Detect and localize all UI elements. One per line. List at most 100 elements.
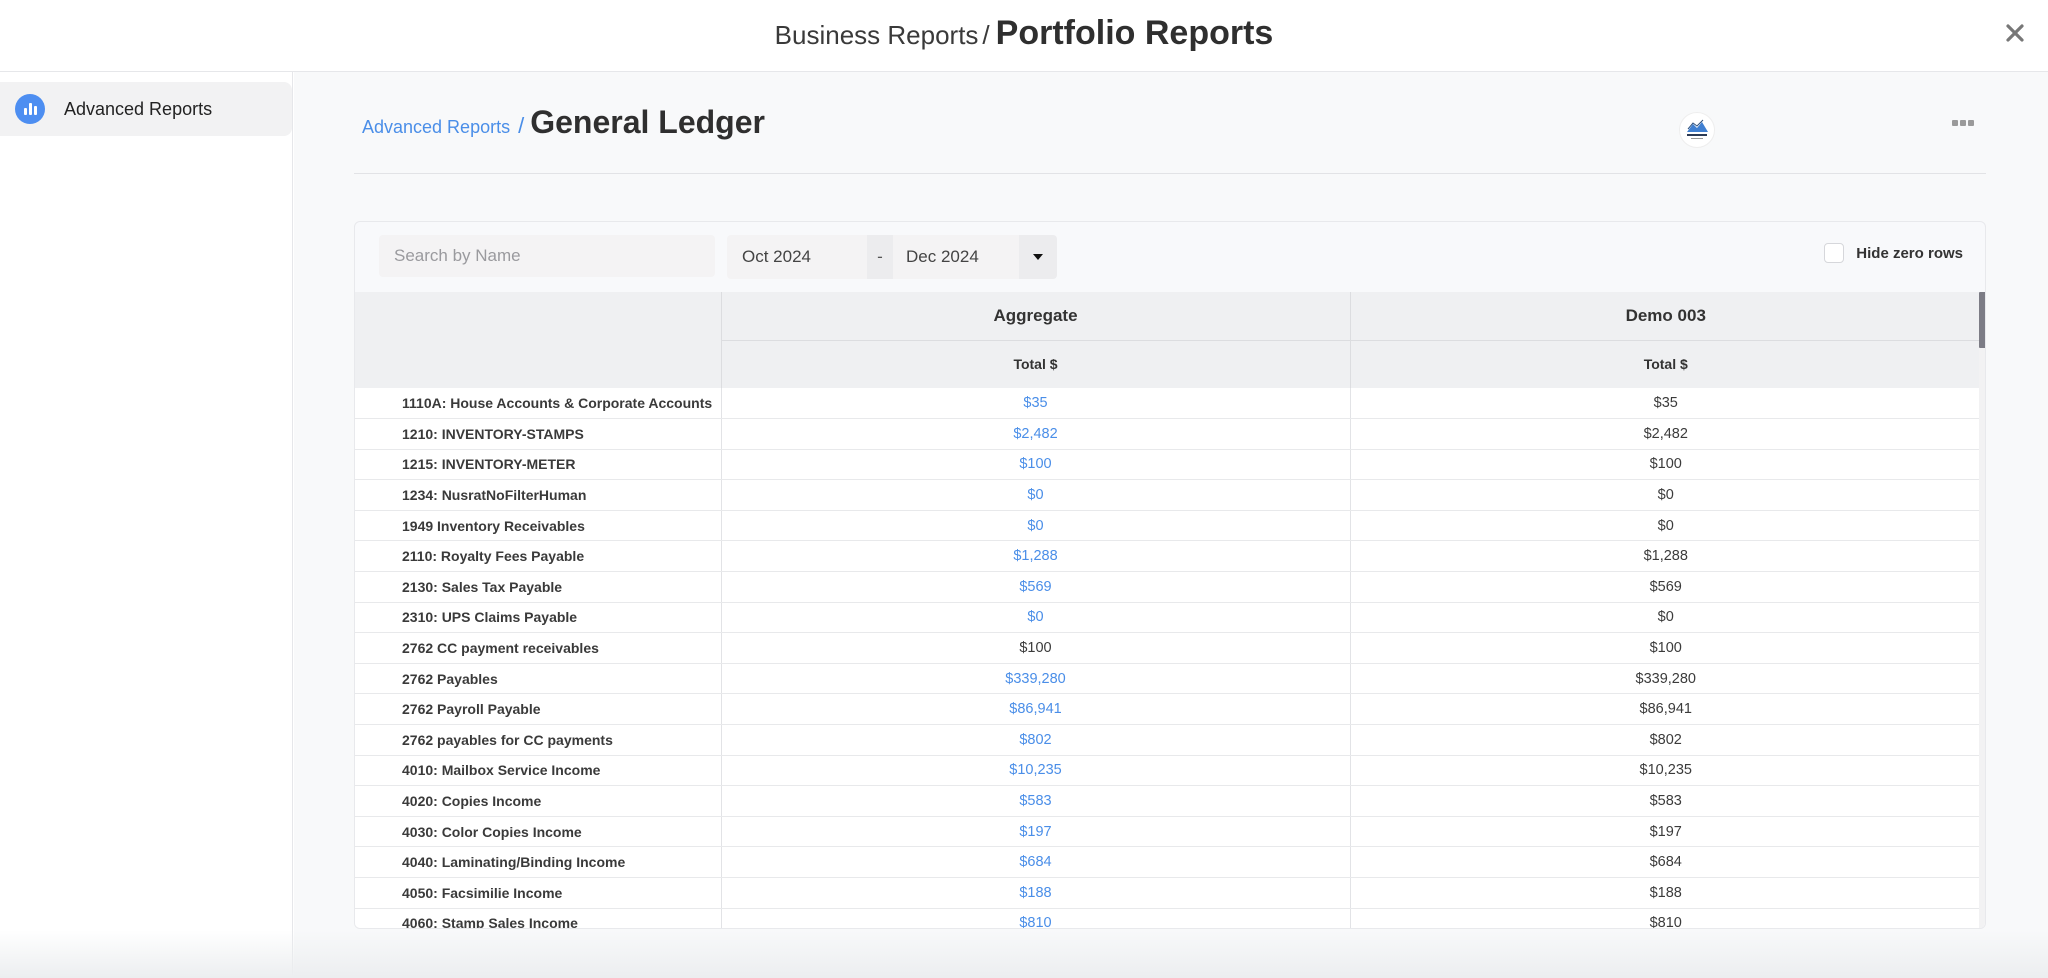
- demo-003-total-cell: $2,482: [1350, 418, 1981, 450]
- aggregate-total-cell[interactable]: $2,482: [721, 418, 1351, 450]
- account-name-cell: 2762 Payroll Payable: [355, 693, 722, 726]
- aggregate-total-cell[interactable]: $0: [721, 602, 1351, 634]
- table-row: 4010: Mailbox Service Income $10,235 $10,2…: [355, 755, 1981, 787]
- aggregate-total-subheader: Total $: [721, 339, 1351, 388]
- ledger-table-body: 1110A: House Accounts & Corporate Accoun…: [355, 388, 1981, 928]
- account-name-cell: 4020: Copies Income: [355, 785, 722, 817]
- top-bar: Business Reports / Portfolio Reports: [0, 0, 2048, 72]
- sidebar-item-advanced-reports[interactable]: Advanced Reports: [0, 82, 292, 136]
- ledger-table-container: Aggregate Demo 003 Total $ Total $ 1110A…: [355, 292, 1985, 928]
- table-scrollbar[interactable]: [1979, 292, 1985, 928]
- account-name-cell: 2762 CC payment receivables: [355, 632, 722, 664]
- aggregate-total-cell[interactable]: $86,941: [721, 693, 1351, 726]
- more-dot: [1960, 120, 1966, 126]
- table-row: 1210: INVENTORY-STAMPS $2,482 $2,482: [355, 418, 1981, 450]
- breadcrumb-business-reports[interactable]: Business Reports: [775, 20, 979, 50]
- hide-zero-rows-checkbox[interactable]: [1824, 243, 1845, 263]
- account-name-cell: 2762 payables for CC payments: [355, 724, 722, 756]
- date-to-field[interactable]: Dec 2024: [893, 235, 1019, 279]
- aggregate-total-cell[interactable]: $0: [721, 479, 1351, 511]
- aggregate-total-cell[interactable]: $1,288: [721, 540, 1351, 573]
- demo-003-total-cell: $339,280: [1350, 663, 1981, 695]
- demo-003-total-cell: $569: [1350, 571, 1981, 603]
- account-name-cell: 2762 Payables: [355, 663, 722, 695]
- account-name-cell: 2110: Royalty Fees Payable: [355, 540, 722, 573]
- aggregate-total-cell[interactable]: $339,280: [721, 663, 1351, 695]
- table-row: 1110A: House Accounts & Corporate Accoun…: [355, 388, 1981, 420]
- demo-003-total-cell: $197: [1350, 816, 1981, 848]
- account-name-cell: 2310: UPS Claims Payable: [355, 602, 722, 634]
- demo-003-total-subheader: Total $: [1350, 339, 1981, 388]
- aggregate-total-cell[interactable]: $188: [721, 877, 1351, 909]
- table-row: 1215: INVENTORY-METER $100 $100: [355, 449, 1981, 481]
- aggregate-total-cell[interactable]: $684: [721, 846, 1351, 878]
- search-input[interactable]: [379, 235, 715, 277]
- aggregate-total-cell: $100: [721, 632, 1351, 664]
- account-name-cell: 4010: Mailbox Service Income: [355, 755, 722, 787]
- demo-003-total-cell: $100: [1350, 632, 1981, 664]
- aggregate-total-cell[interactable]: $802: [721, 724, 1351, 756]
- company-logo[interactable]: [1679, 112, 1715, 148]
- aggregate-total-cell[interactable]: $197: [721, 816, 1351, 848]
- ledger-table: Aggregate Demo 003 Total $ Total $ 1110A…: [355, 292, 1981, 928]
- breadcrumb-separator: /: [982, 20, 990, 50]
- account-name-cell: 1234: NusratNoFilterHuman: [355, 479, 722, 511]
- main-content: Advanced Reports / General Ledger Oct 20…: [294, 72, 2048, 978]
- account-name-cell: 1110A: House Accounts & Corporate Accoun…: [355, 388, 722, 420]
- scrollbar-thumb[interactable]: [1979, 292, 1985, 348]
- aggregate-total-cell[interactable]: $583: [721, 785, 1351, 817]
- breadcrumb-separator: /: [518, 113, 525, 138]
- demo-003-total-cell: $35: [1350, 388, 1981, 420]
- demo-003-total-cell: $0: [1350, 510, 1981, 542]
- header-divider: [354, 173, 1986, 174]
- more-options-button[interactable]: [1952, 120, 1974, 126]
- table-row: 2130: Sales Tax Payable $569 $569: [355, 571, 1981, 603]
- demo-003-total-cell: $188: [1350, 877, 1981, 909]
- table-row: 2762 Payables $339,280 $339,280: [355, 663, 1981, 695]
- sidebar: Advanced Reports: [0, 72, 293, 978]
- report-toolbar: Oct 2024 - Dec 2024 Hide zero rows: [355, 222, 1985, 292]
- account-name-cell: 2130: Sales Tax Payable: [355, 571, 722, 603]
- account-name-cell: 4060: Stamp Sales Income: [355, 908, 722, 928]
- date-range-picker[interactable]: Oct 2024 - Dec 2024: [727, 235, 1057, 279]
- table-row: 1234: NusratNoFilterHuman $0 $0: [355, 479, 1981, 511]
- hide-zero-rows-toggle[interactable]: Hide zero rows: [1824, 243, 1963, 263]
- table-row: 4050: Facsimilie Income $188 $188: [355, 877, 1981, 909]
- more-horizontal-icon: [1952, 120, 1958, 126]
- demo-003-total-cell: $802: [1350, 724, 1981, 756]
- demo-003-total-cell: $0: [1350, 479, 1981, 511]
- close-button[interactable]: [2000, 18, 2030, 48]
- account-name-cell: 1215: INVENTORY-METER: [355, 449, 722, 481]
- company-logo-icon: [1687, 119, 1708, 139]
- title-portfolio-reports: Portfolio Reports: [995, 14, 1274, 52]
- aggregate-total-cell[interactable]: $0: [721, 510, 1351, 542]
- aggregate-column-header[interactable]: Aggregate: [721, 292, 1351, 340]
- demo-003-column-header[interactable]: Demo 003: [1350, 292, 1981, 340]
- aggregate-total-cell[interactable]: $10,235: [721, 755, 1351, 787]
- table-row: 2110: Royalty Fees Payable $1,288 $1,288: [355, 540, 1981, 573]
- more-dot: [1968, 120, 1974, 126]
- account-name-cell: 4040: Laminating/Binding Income: [355, 846, 722, 878]
- breadcrumb-advanced-reports-link[interactable]: Advanced Reports: [362, 117, 510, 138]
- demo-003-total-cell: $86,941: [1350, 693, 1981, 726]
- caret-down-icon: [1033, 254, 1043, 260]
- date-dropdown-button[interactable]: [1019, 235, 1057, 279]
- demo-003-total-cell: $684: [1350, 846, 1981, 878]
- date-from-field[interactable]: Oct 2024: [727, 235, 867, 279]
- aggregate-total-cell[interactable]: $569: [721, 571, 1351, 603]
- demo-003-total-cell: $1,288: [1350, 540, 1981, 573]
- aggregate-total-cell[interactable]: $35: [721, 388, 1351, 420]
- close-icon: [2006, 24, 2024, 42]
- page-title: General Ledger: [530, 104, 765, 140]
- aggregate-total-cell[interactable]: $100: [721, 449, 1351, 481]
- demo-003-total-cell: $0: [1350, 602, 1981, 634]
- report-card: Oct 2024 - Dec 2024 Hide zero rows Aggre…: [354, 221, 1986, 929]
- account-name-cell: 1210: INVENTORY-STAMPS: [355, 418, 722, 450]
- table-row: 4060: Stamp Sales Income $810 $810: [355, 908, 1981, 928]
- aggregate-total-cell[interactable]: $810: [721, 908, 1351, 928]
- date-range-separator: -: [867, 235, 893, 279]
- demo-003-total-cell: $583: [1350, 785, 1981, 817]
- account-name-cell: 4050: Facsimilie Income: [355, 877, 722, 909]
- page-breadcrumb: Advanced Reports / General Ledger: [362, 104, 765, 141]
- demo-003-total-cell: $10,235: [1350, 755, 1981, 787]
